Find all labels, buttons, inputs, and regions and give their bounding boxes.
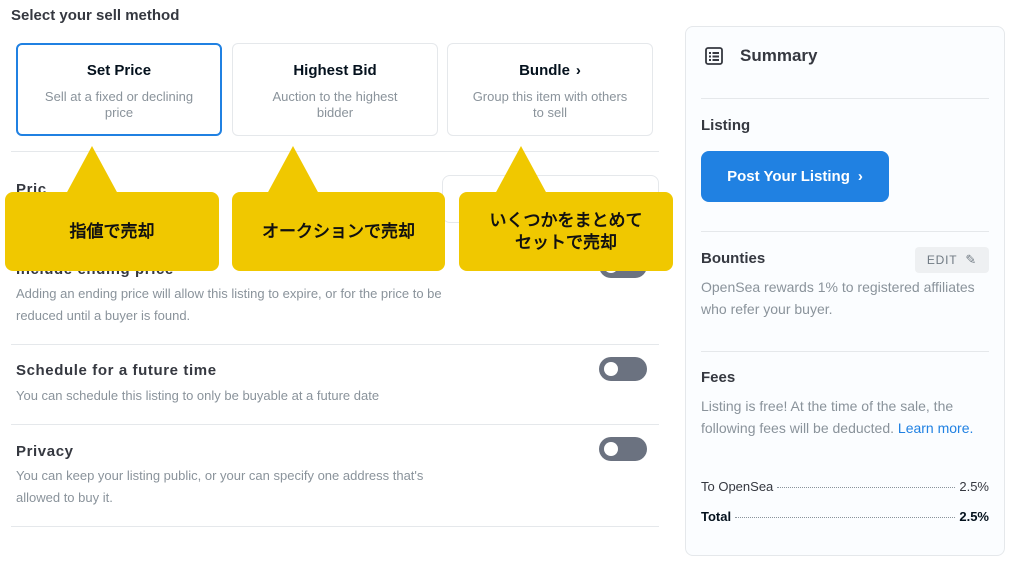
callout-highest-bid: オークションで売却 — [232, 192, 445, 271]
toggle-knob — [604, 442, 618, 456]
fee-label: Total — [701, 509, 732, 524]
summary-panel: Summary Listing Post Your Listing › Bount… — [685, 26, 1005, 556]
method-title: Bundle — [519, 62, 570, 79]
divider — [701, 231, 989, 232]
callout-bundle: いくつかをまとめて セットで売却 — [459, 192, 673, 271]
summary-title: Summary — [740, 46, 818, 65]
fees-heading: Fees — [701, 369, 736, 386]
method-title: Highest Bid — [293, 62, 377, 79]
divider — [701, 98, 989, 99]
callout-text-line1: いくつかをまとめて — [489, 210, 643, 230]
fee-value: 2.5% — [959, 509, 989, 524]
divider — [11, 424, 659, 425]
callout-tail — [66, 146, 118, 194]
callout-text: 指値で売却 — [69, 221, 155, 241]
list-icon — [705, 47, 723, 65]
dotted-leader — [777, 487, 956, 488]
post-listing-button[interactable]: Post Your Listing › — [701, 151, 889, 202]
schedule-toggle[interactable] — [599, 357, 647, 381]
ending-price-desc: Adding an ending price will allow this l… — [16, 286, 442, 323]
callout-text-line2: セットで売却 — [515, 232, 617, 252]
chevron-right-icon: › — [575, 62, 581, 79]
fees-desc: Listing is free! At the time of the sale… — [701, 395, 991, 439]
method-desc: Group this item with others to sell — [472, 89, 628, 120]
chevron-right-icon: › — [857, 168, 863, 185]
toggle-knob — [604, 362, 618, 376]
page-title: Select your sell method — [11, 7, 180, 24]
edit-label: EDIT — [926, 253, 958, 267]
method-card-set-price[interactable]: Set Price Sell at a fixed or declining p… — [16, 43, 222, 136]
privacy-toggle[interactable] — [599, 437, 647, 461]
divider — [701, 351, 989, 352]
learn-more-link[interactable]: Learn more. — [898, 420, 973, 436]
method-desc: Auction to the highest bidder — [272, 89, 398, 120]
divider — [11, 526, 659, 527]
method-card-highest-bid[interactable]: Highest Bid Auction to the highest bidde… — [232, 43, 438, 136]
fee-row-total: Total 2.5% — [701, 509, 989, 524]
schedule-desc: You can schedule this listing to only be… — [16, 388, 380, 403]
method-card-bundle[interactable]: Bundle › Group this item with others to s… — [447, 43, 653, 136]
divider — [11, 344, 659, 345]
fee-row-opensea: To OpenSea 2.5% — [701, 479, 989, 494]
edit-bounties-button[interactable]: EDIT ✎ — [915, 247, 989, 273]
callout-text: オークションで売却 — [262, 221, 415, 241]
listing-heading: Listing — [701, 117, 751, 134]
callout-tail — [267, 146, 319, 194]
bounties-desc: OpenSea rewards 1% to registered affilia… — [701, 279, 975, 317]
method-title: Set Price — [86, 62, 152, 79]
bounties-heading: Bounties — [701, 250, 766, 267]
fee-label: To OpenSea — [701, 479, 774, 494]
privacy-desc: You can keep your listing public, or you… — [16, 468, 424, 505]
callout-tail — [495, 146, 547, 194]
privacy-title: Privacy — [16, 443, 74, 460]
fee-value: 2.5% — [959, 479, 989, 494]
pencil-icon: ✎ — [965, 252, 978, 267]
schedule-title: Schedule for a future time — [16, 362, 217, 379]
callout-set-price: 指値で売却 — [5, 192, 219, 271]
dotted-leader — [735, 517, 956, 518]
post-listing-label: Post Your Listing — [727, 168, 850, 185]
method-desc: Sell at a fixed or declining price — [44, 89, 194, 120]
